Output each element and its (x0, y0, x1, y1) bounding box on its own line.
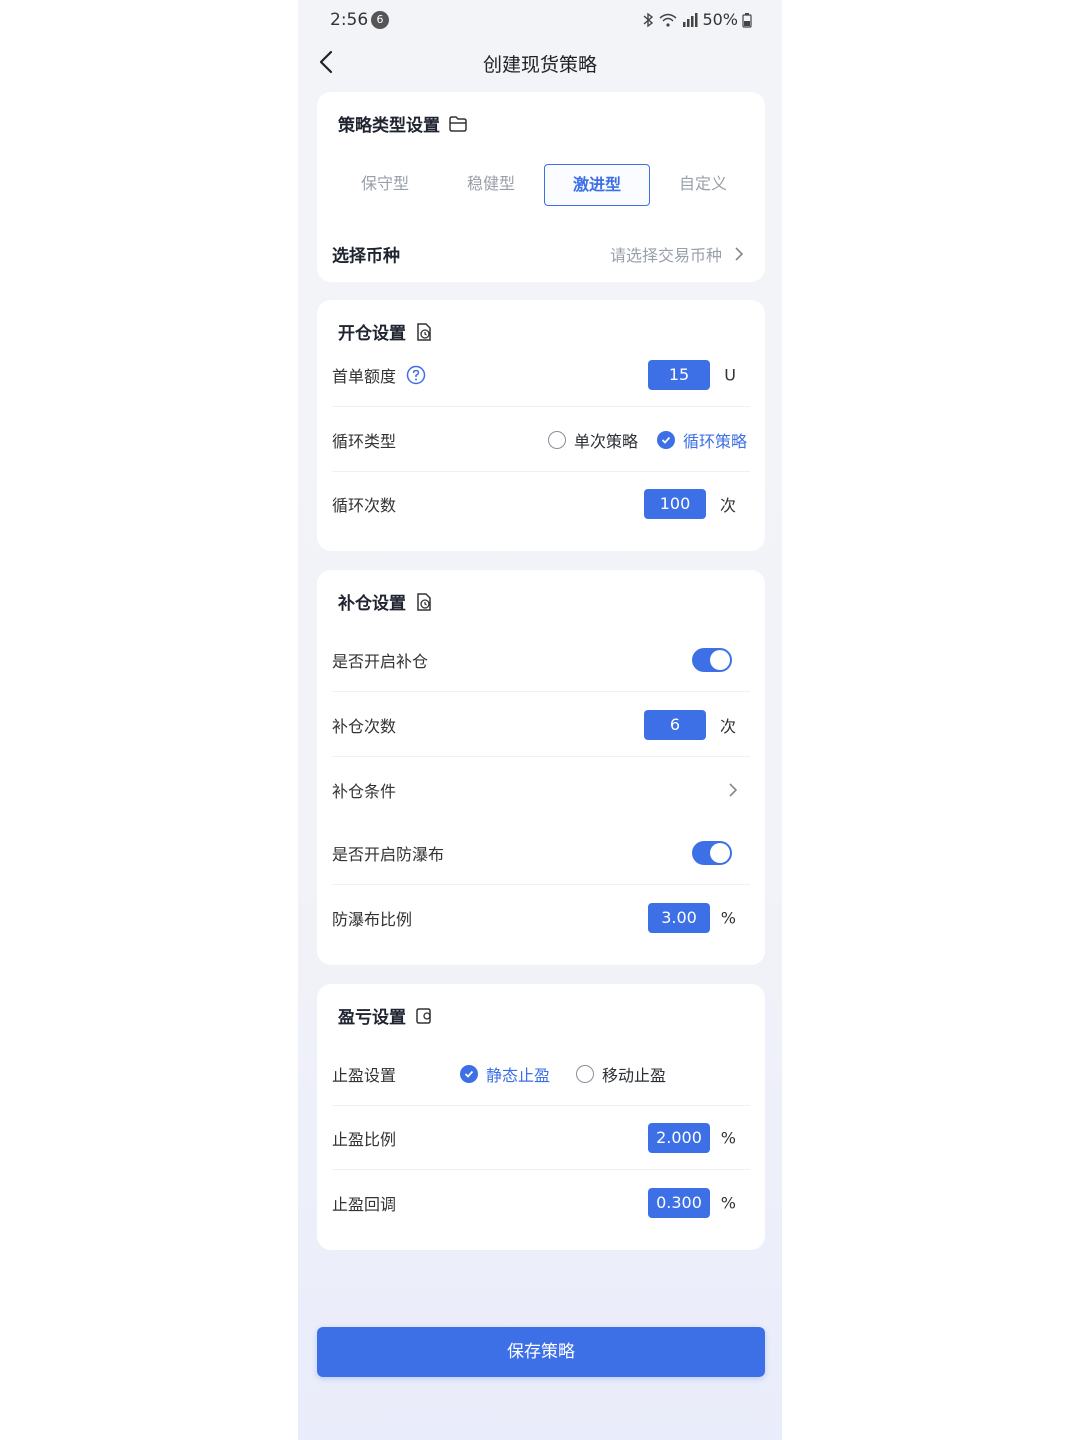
radio-loop-label: 循环策略 (683, 431, 748, 451)
pullback-label: 止盈回调 (332, 1195, 397, 1214)
radio-trailing-circle-icon (576, 1064, 594, 1083)
notification-badge: 6 (371, 11, 389, 29)
waterfall-toggle[interactable] (692, 840, 732, 865)
chevron-right-icon (735, 247, 744, 261)
folder-icon (449, 115, 467, 132)
radio-single-label: 单次策略 (574, 431, 639, 451)
chevron-right-icon (729, 783, 738, 797)
radio-loop-check-icon (657, 430, 675, 449)
profit-loss-title-text: 盈亏设置 (338, 1008, 406, 1028)
enable-add-row: 是否开启补仓 (332, 628, 750, 692)
battery-icon (742, 12, 752, 28)
nav-bar: 创建现货策略 (298, 40, 782, 84)
take-profit-ratio-input[interactable]: 2.000 (648, 1122, 710, 1153)
open-position-card: 开仓设置 首单额度 15 U 循环类型 单次策略 循环策略 循环次数 100 次 (317, 300, 765, 551)
add-condition-label: 补仓条件 (332, 782, 397, 801)
toggle-knob (710, 649, 730, 670)
loop-count-row: 循环次数 100 次 (332, 472, 750, 536)
tab-balanced[interactable]: 稳健型 (438, 164, 544, 206)
strategy-type-title: 策略类型设置 (338, 111, 468, 136)
loop-type-label: 循环类型 (332, 431, 397, 451)
status-bar: 2:56 6 50% (298, 0, 782, 40)
take-profit-ratio-row: 止盈比例 2.000 % (332, 1106, 750, 1170)
add-condition-row[interactable]: 补仓条件 (332, 758, 750, 822)
radio-static-check-icon (460, 1064, 478, 1083)
strategy-type-tabs: 保守型 稳健型 激进型 自定义 (332, 164, 750, 206)
add-position-card: 补仓设置 是否开启补仓 补仓次数 6 次 补仓条件 是否开启防瀑布 防瀑布比例 … (317, 570, 765, 965)
open-position-title: 开仓设置 (338, 319, 434, 344)
first-order-input[interactable]: 15 (648, 359, 710, 390)
save-strategy-button[interactable]: 保存策略 (317, 1327, 765, 1377)
phone-screen: 2:56 6 50% 创建现货策略 策略类型设置 保守型 稳健型 激进型 自定义… (298, 0, 782, 1440)
pullback-input[interactable]: 0.300 (648, 1188, 710, 1218)
document-clock-icon (417, 592, 431, 611)
first-order-unit: U (724, 365, 736, 384)
tab-aggressive[interactable]: 激进型 (544, 164, 650, 206)
add-position-title-text: 补仓设置 (338, 594, 406, 614)
strategy-type-title-text: 策略类型设置 (338, 116, 440, 136)
radio-static-label: 静态止盈 (486, 1065, 551, 1085)
profit-loss-card: 盈亏设置 止盈设置 静态止盈 移动止盈 止盈比例 2.000 % 止盈回调 0.… (317, 984, 765, 1250)
bluetooth-icon (643, 12, 654, 27)
take-profit-ratio-unit: % (720, 1128, 736, 1147)
tab-custom[interactable]: 自定义 (650, 164, 756, 206)
enable-add-toggle[interactable] (692, 647, 732, 672)
waterfall-ratio-unit: % (720, 908, 736, 928)
take-profit-label: 止盈设置 (332, 1065, 397, 1085)
loop-count-unit: 次 (719, 496, 736, 515)
waterfall-ratio-label: 防瀑布比例 (332, 910, 413, 929)
wallet-icon (416, 1007, 431, 1024)
profit-loss-title: 盈亏设置 (338, 1003, 434, 1028)
enable-add-label: 是否开启补仓 (332, 651, 429, 671)
first-order-label-text: 首单额度 (332, 366, 397, 386)
signal-icon (683, 12, 698, 27)
open-position-title-text: 开仓设置 (338, 324, 406, 344)
strategy-type-card: 策略类型设置 保守型 稳健型 激进型 自定义 选择币种 请选择交易币种 (317, 92, 765, 282)
help-icon[interactable] (406, 365, 426, 385)
tab-conservative[interactable]: 保守型 (332, 164, 438, 206)
waterfall-row: 是否开启防瀑布 (332, 821, 750, 885)
radio-single-circle-icon (548, 430, 566, 449)
pullback-unit: % (720, 1193, 736, 1213)
add-count-row: 补仓次数 6 次 (332, 693, 750, 757)
page-title: 创建现货策略 (482, 54, 597, 76)
status-time: 2:56 (330, 10, 369, 30)
radio-single[interactable]: 单次策略 (548, 428, 638, 452)
take-profit-ratio-label: 止盈比例 (332, 1129, 397, 1149)
first-order-label: 首单额度 (332, 363, 396, 387)
take-profit-row: 止盈设置 静态止盈 移动止盈 (332, 1042, 750, 1106)
add-count-input[interactable]: 6 (644, 709, 706, 740)
add-count-unit: 次 (719, 716, 736, 736)
coin-select-label: 选择币种 (332, 246, 400, 267)
battery-percent: 50% (702, 10, 738, 29)
add-position-title: 补仓设置 (338, 589, 434, 614)
loop-type-row: 循环类型 单次策略 循环策略 (332, 408, 750, 472)
loop-count-label: 循环次数 (332, 496, 397, 515)
radio-static-profit[interactable]: 静态止盈 (460, 1062, 550, 1086)
add-count-label: 补仓次数 (332, 716, 397, 736)
toggle-knob (710, 842, 730, 863)
coin-select-row[interactable]: 选择币种 请选择交易币种 (332, 222, 750, 286)
document-clock-icon (417, 322, 431, 341)
coin-select-placeholder: 请选择交易币种 (609, 246, 722, 265)
radio-trailing-label: 移动止盈 (602, 1065, 667, 1085)
radio-loop[interactable]: 循环策略 (657, 428, 747, 452)
loop-count-input[interactable]: 100 (644, 489, 706, 519)
status-icons: 50% (642, 10, 752, 29)
wifi-icon (659, 13, 677, 27)
pullback-row: 止盈回调 0.300 % (332, 1171, 750, 1235)
waterfall-ratio-row: 防瀑布比例 3.00 % (332, 886, 750, 950)
first-order-row: 首单额度 15 U (332, 343, 750, 407)
radio-trailing-profit[interactable]: 移动止盈 (576, 1062, 666, 1086)
waterfall-label: 是否开启防瀑布 (332, 844, 445, 864)
waterfall-ratio-input[interactable]: 3.00 (648, 903, 710, 933)
